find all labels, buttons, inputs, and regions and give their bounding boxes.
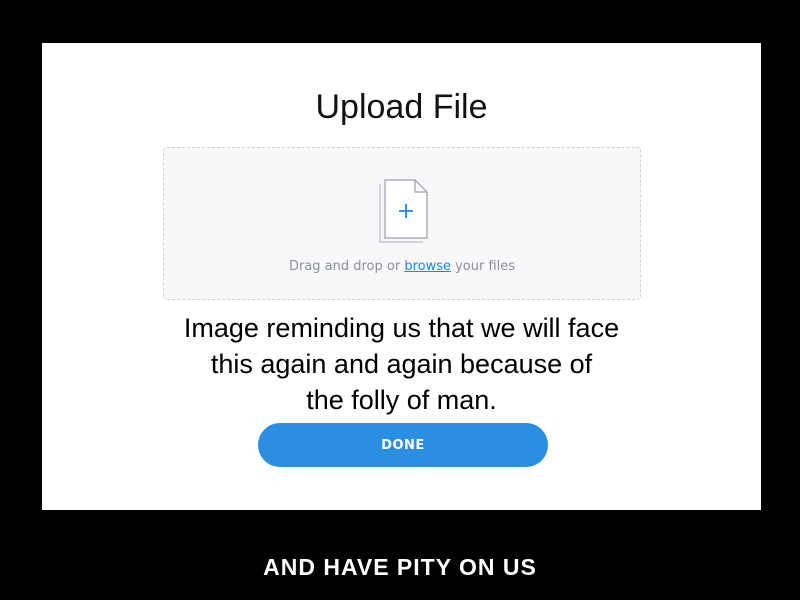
drop-text-before: Drag and drop or (288, 259, 405, 274)
caption-line-2: this again and again because of (210, 349, 593, 379)
meme-caption: Image reminding us that we will face thi… (42, 310, 761, 418)
file-drop-zone[interactable]: Drag and drop or browse your files (163, 147, 641, 300)
drop-text-after: your files (450, 259, 516, 274)
caption-line-3: the folly of man. (306, 385, 497, 415)
upload-dialog: Upload File Drag and drop or browse your… (42, 43, 761, 510)
bottom-caption: AND HAVE PITY ON US (263, 554, 537, 580)
dialog-title: Upload File (315, 88, 488, 126)
file-add-icon[interactable] (377, 178, 429, 244)
drop-instructions: Drag and drop or browse your files (164, 259, 640, 274)
browse-link[interactable]: browse (404, 259, 451, 274)
done-button[interactable]: DONE (258, 423, 548, 467)
caption-line-1: Image reminding us that we will face (183, 313, 620, 343)
